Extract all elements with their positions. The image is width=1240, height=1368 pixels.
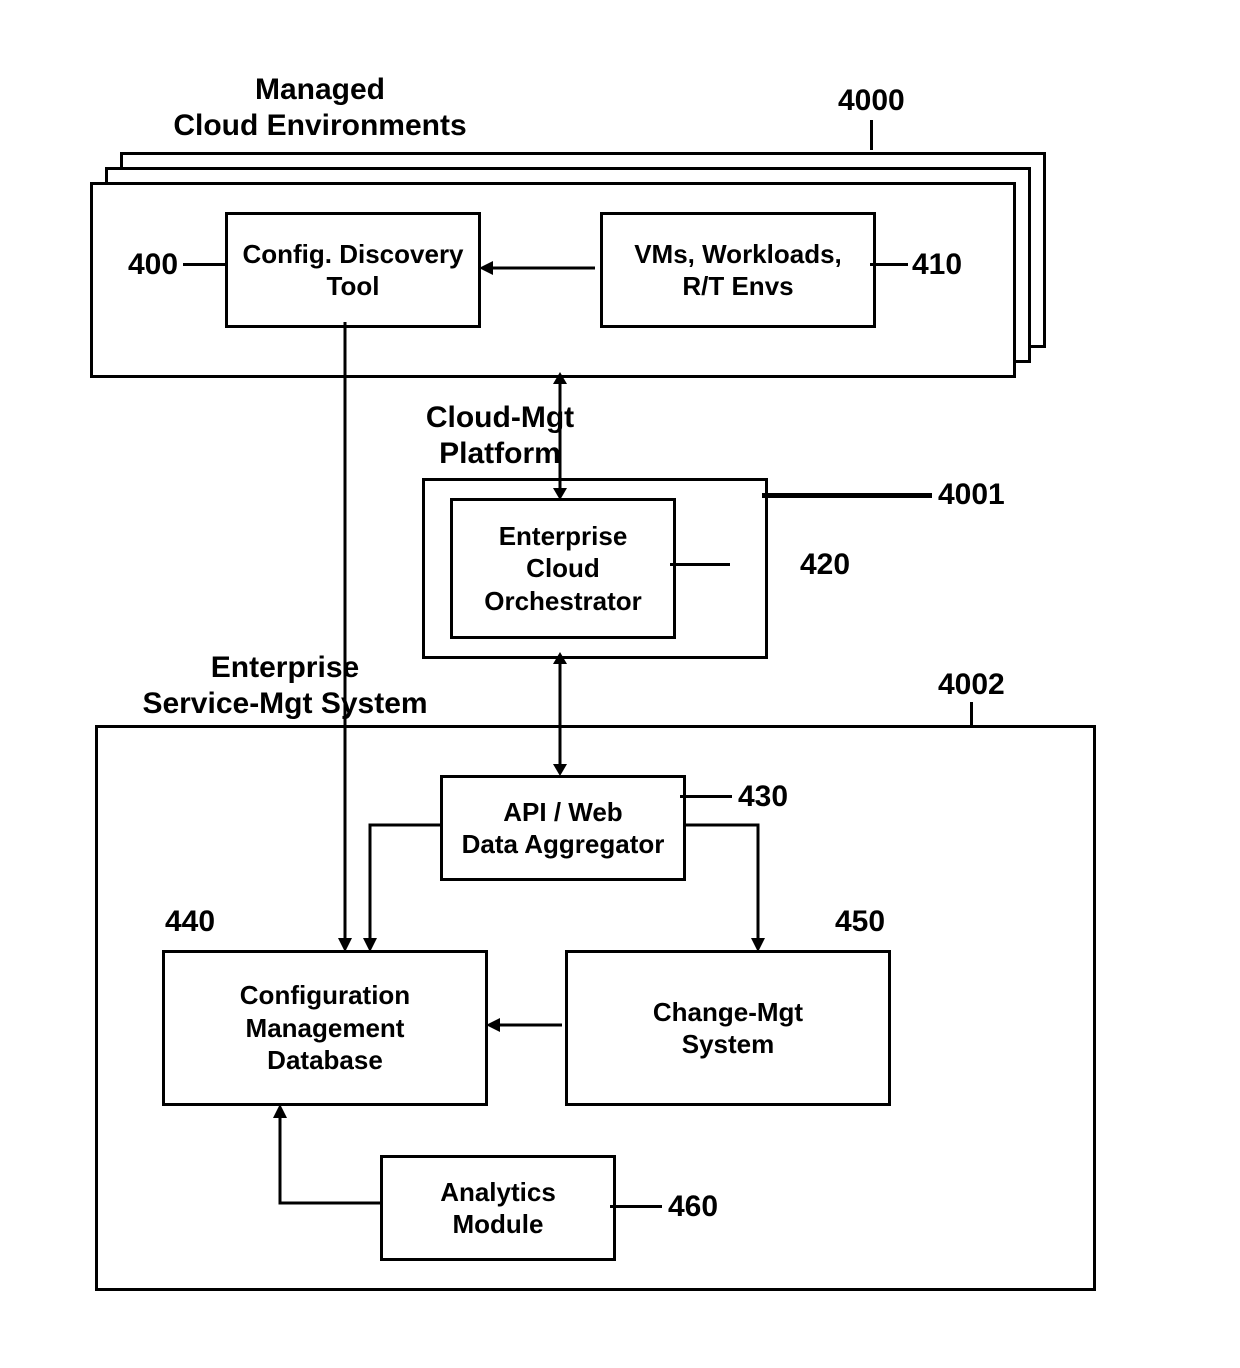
arrow-vms-to-config: [475, 255, 600, 285]
num-450: 450: [835, 905, 885, 939]
tick-4002: [970, 702, 973, 725]
lead-410: [870, 263, 908, 266]
arrow-orch-api: [545, 650, 575, 778]
num-420: 420: [800, 548, 850, 582]
api-web-box: API / WebData Aggregator: [440, 775, 686, 881]
change-mgt-box: Change-MgtSystem: [565, 950, 891, 1106]
num-430: 430: [738, 780, 788, 814]
diagram-canvas: ManagedCloud Environments Cloud-MgtPlatf…: [0, 0, 1240, 1368]
analytics-box: AnalyticsModule: [380, 1155, 616, 1261]
cloud-mgt-title: Cloud-MgtPlatform: [390, 400, 610, 472]
managed-cloud-title: ManagedCloud Environments: [140, 72, 500, 144]
num-460: 460: [668, 1190, 718, 1224]
num-4001: 4001: [938, 478, 1005, 512]
arrow-analytics-to-cmdb: [260, 1098, 385, 1213]
num-4000: 4000: [838, 84, 905, 118]
tick-4000: [870, 120, 873, 150]
lead-4001: [762, 493, 932, 498]
arrow-api-to-changemgt: [678, 815, 778, 960]
arrow-changemgt-to-cmdb: [482, 1010, 567, 1040]
num-440: 440: [165, 905, 215, 939]
num-4002: 4002: [938, 668, 1005, 702]
lead-420: [670, 563, 730, 566]
num-400: 400: [128, 248, 178, 282]
vms-workloads-box: VMs, Workloads,R/T Envs: [600, 212, 876, 328]
num-410: 410: [912, 248, 962, 282]
cmdb-box: ConfigurationManagementDatabase: [162, 950, 488, 1106]
arrow-cloud-orch: [545, 370, 575, 502]
config-discovery-box: Config. DiscoveryTool: [225, 212, 481, 328]
lead-400: [183, 263, 225, 266]
arrow-api-to-cmdb: [355, 815, 445, 960]
orchestrator-box: EnterpriseCloudOrchestrator: [450, 498, 676, 639]
lead-460: [610, 1205, 662, 1208]
lead-430: [680, 795, 732, 798]
enterprise-svc-mgt-title: EnterpriseService-Mgt System: [105, 650, 465, 722]
